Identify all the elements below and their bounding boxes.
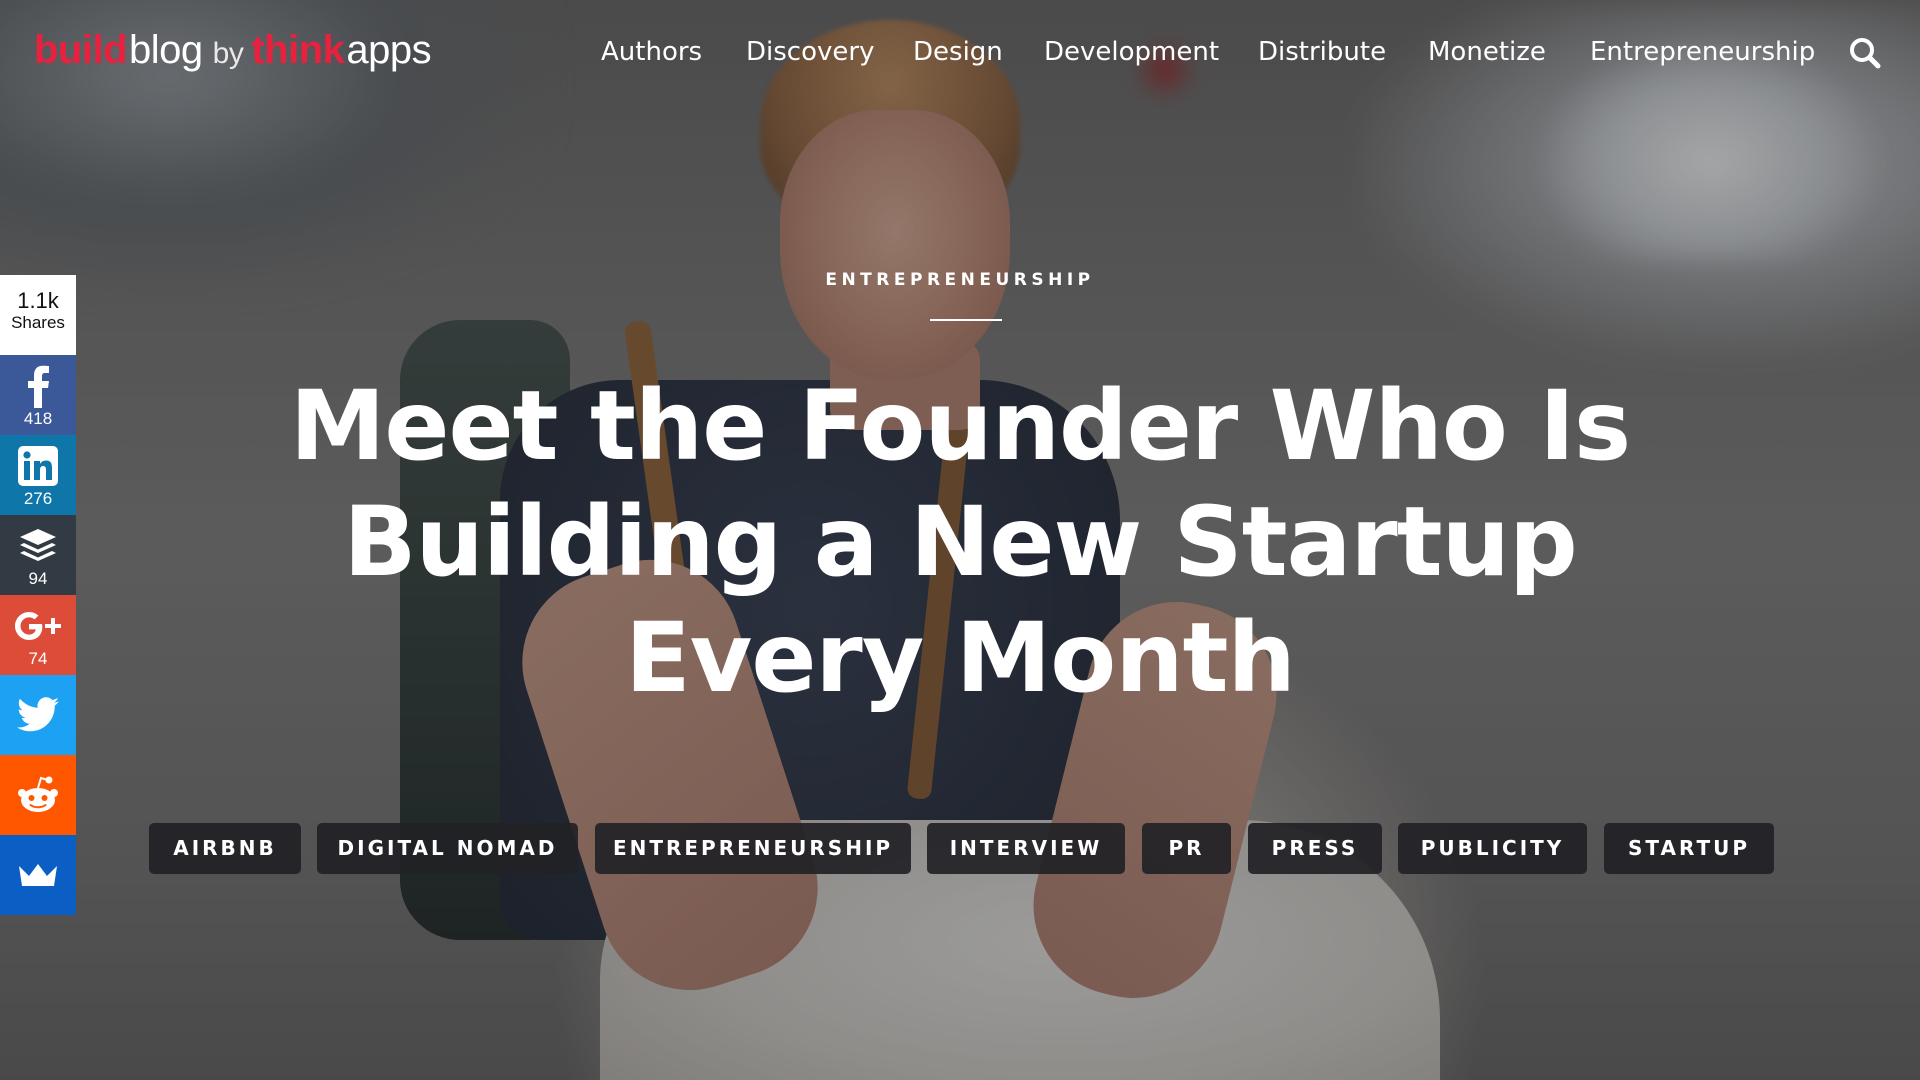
tag-entrepreneurship[interactable]: ENTREPRENEURSHIP [595, 823, 911, 874]
facebook-share-count: 418 [23, 409, 53, 428]
post-title: Meet the Founder Who Is Building a New S… [289, 370, 1631, 714]
nav-item-discovery[interactable]: Discovery [746, 30, 874, 74]
share-total-label: Shares [11, 313, 65, 332]
buffer-icon [0, 523, 76, 569]
facebook-share-button[interactable]: 418 [0, 355, 76, 435]
nav-item-entrepreneurship[interactable]: Entrepreneurship [1590, 30, 1815, 74]
buffer-share-button[interactable]: 94 [0, 515, 76, 595]
logo-by: by [212, 37, 244, 70]
linkedin-share-count: 276 [23, 489, 53, 508]
tag-publicity[interactable]: PUBLICITY [1398, 823, 1587, 874]
google-plus-share-button[interactable]: 74 [0, 595, 76, 675]
crown-icon [0, 835, 76, 915]
nav-item-distribute[interactable]: Distribute [1258, 30, 1386, 74]
search-icon[interactable] [1848, 36, 1882, 70]
logo-build: build [34, 28, 128, 72]
tag-digital-nomad[interactable]: DIGITAL NOMAD [317, 823, 578, 874]
social-share-bar: 1.1k Shares 418 276 94 74 [0, 275, 76, 915]
post-category[interactable]: ENTREPRENEURSHIP [0, 270, 1920, 290]
nav-item-authors[interactable]: Authors [601, 30, 702, 74]
tag-press[interactable]: PRESS [1248, 823, 1382, 874]
linkedin-icon [0, 443, 76, 489]
reddit-icon [0, 755, 76, 835]
category-divider [930, 319, 1002, 321]
logo-think: think [251, 28, 345, 72]
facebook-icon [0, 363, 76, 409]
logo-apps: apps [346, 28, 432, 72]
google-plus-share-count: 74 [28, 649, 48, 668]
sumome-share-button[interactable] [0, 835, 76, 915]
twitter-icon [0, 675, 76, 755]
logo-blog: blog [129, 28, 203, 72]
buffer-share-count: 94 [28, 569, 48, 588]
tag-startup[interactable]: STARTUP [1604, 823, 1774, 874]
tag-pr[interactable]: PR [1142, 823, 1231, 874]
site-header: buildblog by thinkapps Authors Discovery D… [0, 0, 1920, 102]
site-logo[interactable]: buildblog by thinkapps [34, 24, 432, 80]
reddit-share-button[interactable] [0, 755, 76, 835]
tag-interview[interactable]: INTERVIEW [927, 823, 1125, 874]
linkedin-share-button[interactable]: 276 [0, 435, 76, 515]
tag-airbnb[interactable]: AIRBNB [149, 823, 301, 874]
google-plus-icon [0, 603, 76, 649]
nav-item-monetize[interactable]: Monetize [1428, 30, 1546, 74]
twitter-share-button[interactable] [0, 675, 76, 755]
nav-item-development[interactable]: Development [1044, 30, 1219, 74]
nav-item-design[interactable]: Design [913, 30, 1003, 74]
